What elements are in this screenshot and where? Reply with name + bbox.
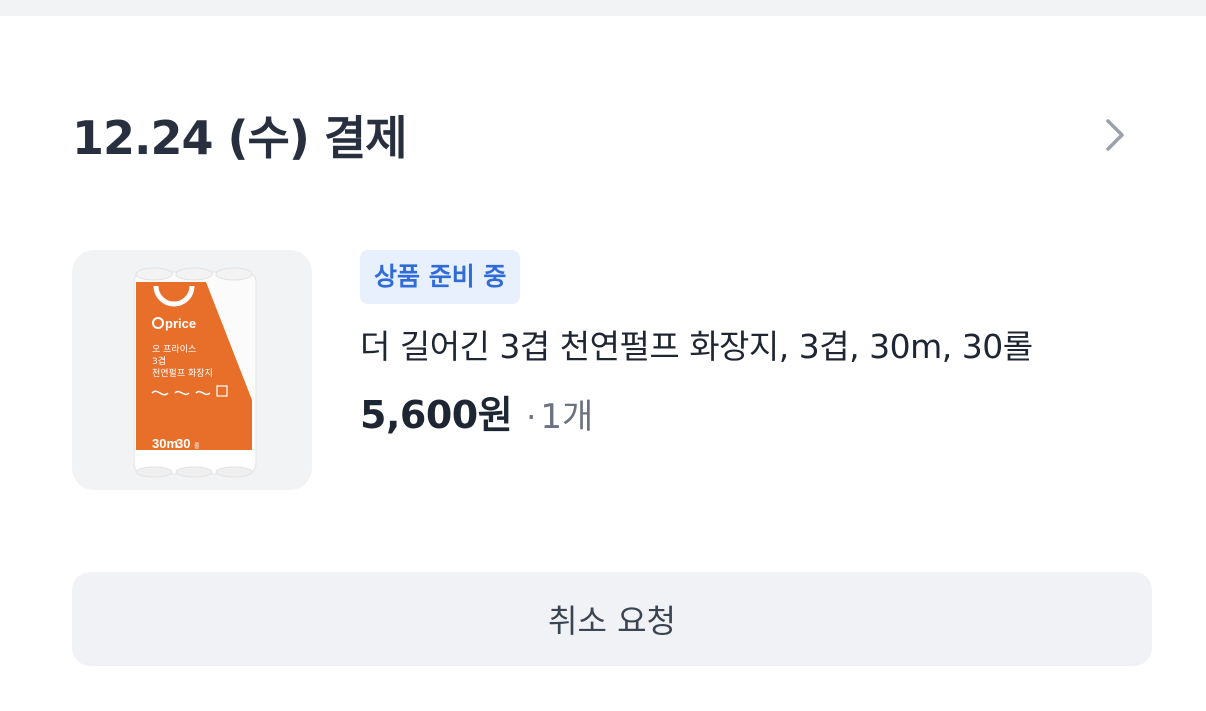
pack-count-text: 30: [176, 436, 190, 451]
top-divider-strip: [0, 0, 1206, 16]
order-date-title: 12.24 (수) 결제: [72, 111, 408, 165]
toilet-paper-pack-image: price 오 프라이스 3겹 천연펄프 화장지 30m 30 롤: [133, 267, 257, 478]
price-row: 5,600원 · 1개: [360, 384, 1160, 439]
cancel-request-button[interactable]: 취소 요청: [72, 572, 1152, 666]
product-name[interactable]: 더 길어긴 3겹 천연펄프 화장지, 3겹, 30m, 30롤: [360, 320, 1160, 368]
product-image[interactable]: price 오 프라이스 3겹 천연펄프 화장지 30m 30 롤: [72, 250, 312, 490]
pack-label-ply: 3겹: [152, 355, 166, 367]
product-info: 상품 준비 중 더 길어긴 3겹 천연펄프 화장지, 3겹, 30m, 30롤 …: [360, 250, 1160, 439]
product-price: 5,600원: [360, 393, 513, 437]
quantity-separator: ·: [526, 398, 537, 436]
order-header[interactable]: 12.24 (수) 결제: [72, 100, 1142, 170]
status-badge: 상품 준비 중: [360, 250, 521, 304]
chevron-right-icon[interactable]: [1100, 115, 1130, 155]
pack-label-product: 천연펄프 화장지: [152, 367, 213, 379]
product-quantity: 1개: [540, 397, 594, 437]
pack-length-text: 30m: [152, 436, 178, 451]
pack-unit-text: 롤: [194, 443, 200, 450]
pack-label-brand: 오 프라이스: [152, 344, 196, 355]
brand-logo-text: price: [165, 316, 196, 331]
